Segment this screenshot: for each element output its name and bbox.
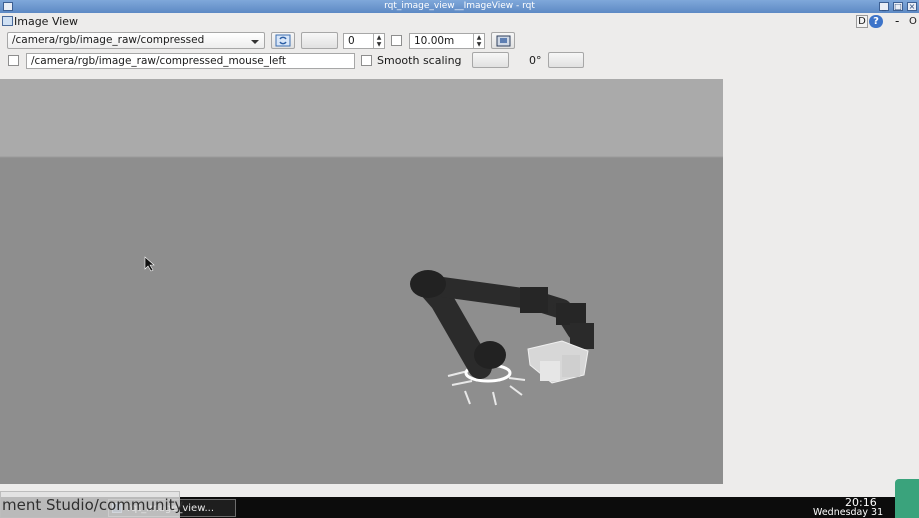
save-image-button[interactable] — [491, 32, 515, 49]
mouse-publish-checkbox[interactable] — [8, 55, 19, 66]
rotate-left-button[interactable] — [472, 52, 509, 68]
maximize-button[interactable]: □ — [893, 2, 903, 11]
smooth-scaling-label[interactable]: Smooth scaling — [377, 53, 462, 68]
distance-checkbox[interactable] — [391, 35, 402, 46]
rotate-right-button[interactable] — [548, 52, 584, 68]
spin-arrows-icon[interactable]: ▲ ▼ — [373, 34, 384, 48]
overlay-panel: ment Studio/community — [0, 491, 184, 518]
camera-icon — [496, 35, 511, 47]
distance-spinbox[interactable]: 10.00m ▲ ▼ — [409, 33, 485, 49]
image-view-canvas[interactable] — [0, 79, 723, 484]
minimize-button[interactable]: _ — [879, 2, 889, 11]
mouse-topic-value: /camera/rgb/image_raw/compressed_mouse_l… — [31, 55, 286, 67]
refresh-icon — [275, 34, 291, 47]
camera-image[interactable] — [0, 79, 723, 484]
plugin-help-label[interactable]: D — [856, 15, 868, 28]
side-panel-handle[interactable] — [895, 479, 919, 518]
ground-plane — [0, 157, 723, 484]
topic-value: /camera/rgb/image_raw/compressed — [12, 34, 205, 46]
mouse-topic-input[interactable]: /camera/rgb/image_raw/compressed_mouse_l… — [26, 53, 355, 69]
distance-value: 10.00m — [414, 35, 455, 47]
plugin-close-button[interactable]: O — [909, 14, 917, 29]
window-title: rqt_image_view__ImageView - rqt — [384, 1, 535, 11]
rotation-label: 0° — [529, 54, 542, 67]
help-icon[interactable]: ? — [869, 15, 883, 28]
topic-combobox[interactable]: /camera/rgb/image_raw/compressed — [7, 32, 265, 49]
plugin-icon — [2, 16, 13, 26]
spin-arrows-icon[interactable]: ▲ ▼ — [473, 34, 484, 48]
close-button[interactable]: × — [907, 2, 917, 11]
zoom-spinbox-value: 0 — [348, 35, 355, 47]
clock-date[interactable]: Wednesday 31 — [813, 507, 883, 518]
plugin-minimize-button[interactable]: - — [895, 14, 899, 29]
chevron-down-icon — [251, 40, 259, 44]
overlay-text: ment Studio/community — [2, 496, 184, 514]
sky-region — [0, 79, 723, 157]
window-menu-icon[interactable] — [3, 2, 13, 11]
refresh-button[interactable] — [271, 32, 295, 49]
empty-button[interactable] — [301, 32, 338, 49]
zoom-spinbox[interactable]: 0 ▲ ▼ — [343, 33, 385, 49]
window-title-bar[interactable]: rqt_image_view__ImageView - rqt _ □ × — [0, 0, 919, 13]
plugin-title: Image View — [14, 15, 79, 28]
smooth-scaling-checkbox[interactable] — [361, 55, 372, 66]
